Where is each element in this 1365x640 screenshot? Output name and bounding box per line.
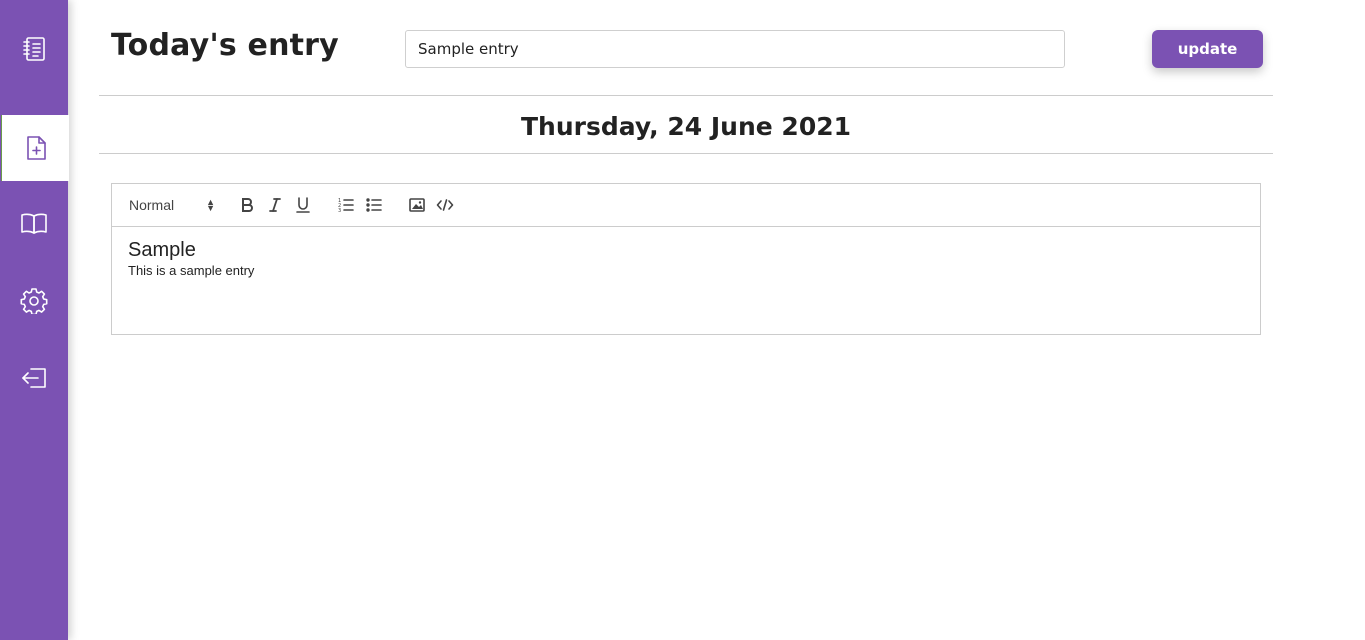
date-divider <box>99 153 1273 154</box>
bold-button[interactable] <box>237 195 257 215</box>
sidebar-item-sign-out[interactable] <box>0 345 68 411</box>
editor-content[interactable]: Sample This is a sample entry <box>112 227 1260 289</box>
sign-out-icon <box>22 368 46 388</box>
underline-icon <box>296 197 310 213</box>
gear-icon <box>20 288 48 314</box>
sidebar-item-new-entry[interactable] <box>1 115 69 181</box>
sidebar-item-entries[interactable] <box>0 190 68 256</box>
svg-text:3: 3 <box>338 208 341 214</box>
select-arrows-icon: ▲ ▼ <box>206 197 215 213</box>
image-icon <box>409 198 425 212</box>
sidebar-item-settings[interactable] <box>0 267 68 333</box>
italic-icon <box>269 198 281 212</box>
entry-date: Thursday, 24 June 2021 <box>520 112 852 141</box>
sidebar <box>0 0 69 640</box>
editor-toolbar: Normal ▲ ▼ 1 2 3 <box>112 184 1260 227</box>
code-button[interactable] <box>435 195 455 215</box>
header-divider <box>99 95 1273 96</box>
new-file-icon <box>26 136 46 160</box>
underline-button[interactable] <box>293 195 313 215</box>
update-button[interactable]: update <box>1152 30 1263 68</box>
entry-heading: Sample <box>128 239 196 261</box>
entry-body: This is a sample entry <box>128 263 255 278</box>
bold-icon <box>242 198 253 212</box>
page-title: Today's entry <box>111 28 339 63</box>
code-icon <box>436 199 454 211</box>
bullet-list-button[interactable] <box>364 195 384 215</box>
sidebar-item-journal[interactable] <box>0 16 68 82</box>
ordered-list-button[interactable]: 1 2 3 <box>336 195 356 215</box>
ordered-list-icon: 1 2 3 <box>338 198 354 214</box>
entry-title-input[interactable] <box>405 30 1065 68</box>
bullet-list-icon <box>366 198 382 212</box>
format-select-value: Normal <box>129 197 175 213</box>
rich-text-editor: Normal ▲ ▼ 1 2 3 Sample This is a sample… <box>111 183 1261 335</box>
image-button[interactable] <box>407 195 427 215</box>
journal-list-icon <box>23 37 45 61</box>
italic-button[interactable] <box>265 195 285 215</box>
format-select[interactable]: Normal ▲ ▼ <box>129 195 215 215</box>
open-book-icon <box>21 213 47 234</box>
